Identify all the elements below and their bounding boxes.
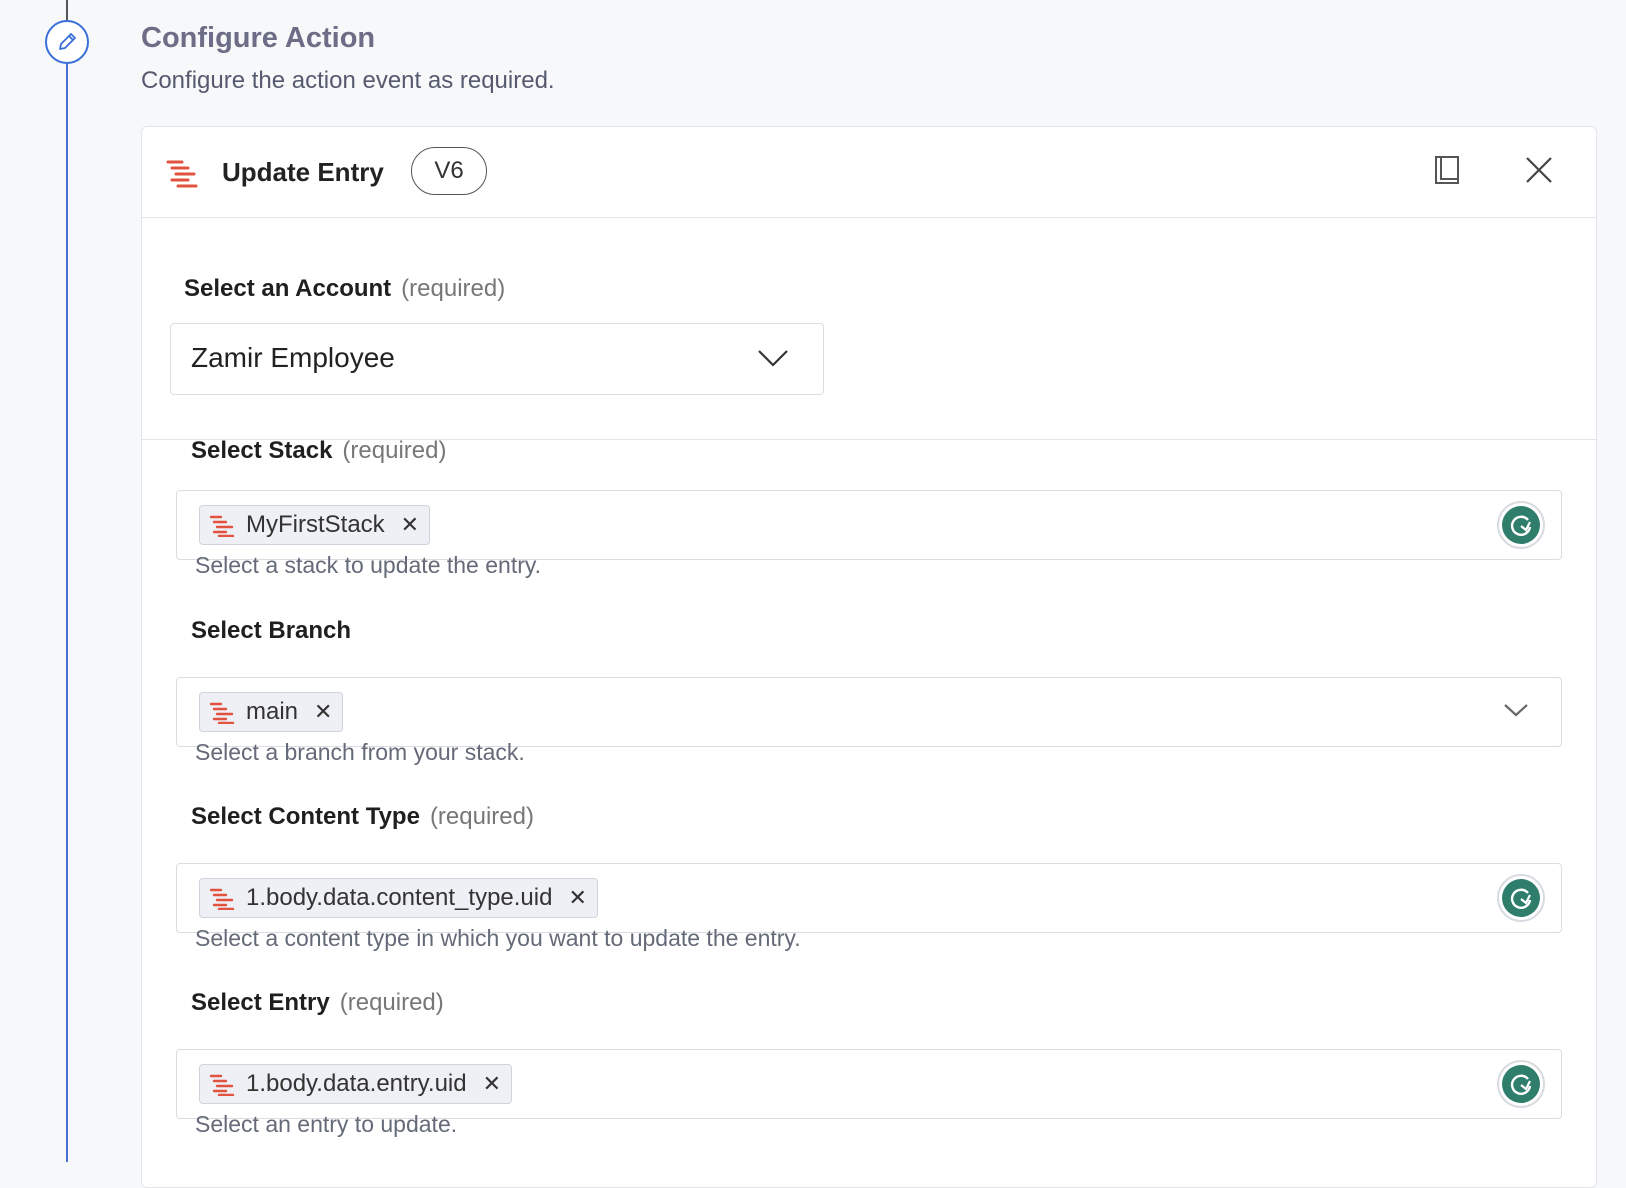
step-indicator [45,20,89,64]
refresh-entry-button[interactable] [1497,1060,1545,1108]
refresh-icon [1510,1074,1532,1095]
branch-chip-text: main [246,698,299,725]
remove-chip-button[interactable]: ✕ [568,885,586,911]
account-section: Select an Account (required) Zamir Employ… [142,217,1596,440]
entry-label: Select Entry (required) [191,989,444,1016]
card-header: Update Entry V6 [142,127,1596,218]
contentstack-icon [209,702,235,724]
stack-chip: MyFirstStack ✕ [199,505,431,545]
action-card: Update Entry V6 Select an Account (requir… [141,126,1597,1188]
content-type-help: Select a content type in which you want … [195,925,801,951]
contentstack-icon [209,888,235,910]
version-badge: V6 [411,147,487,195]
branch-field[interactable]: main ✕ [176,677,1562,747]
remove-chip-button[interactable]: ✕ [401,512,419,538]
stack-field[interactable]: MyFirstStack ✕ [176,490,1562,560]
entry-help: Select an entry to update. [195,1111,458,1137]
content-type-chip-text: 1.body.data.content_type.uid [246,884,553,911]
stack-label: Select Stack (required) [191,437,447,464]
timeline-line [66,0,68,1162]
content-type-label: Select Content Type (required) [191,803,534,830]
entry-chip-text: 1.body.data.entry.uid [246,1070,467,1097]
close-icon[interactable] [1522,153,1556,187]
contentstack-icon [209,515,235,537]
stack-chip-text: MyFirstStack [246,511,385,538]
section-title: Configure Action [141,22,376,54]
timeline-line-top [66,0,68,20]
remove-chip-button[interactable]: ✕ [483,1071,501,1097]
account-select[interactable]: Zamir Employee [170,323,824,395]
section-subtitle: Configure the action event as required. [141,67,555,94]
refresh-icon [1510,888,1532,909]
contentstack-icon [209,1074,235,1096]
branch-chip: main ✕ [199,692,344,732]
chevron-down-icon [758,350,788,367]
refresh-stack-button[interactable] [1497,501,1545,549]
card-title: Update Entry [222,157,384,187]
account-label: Select an Account (required) [184,275,506,302]
refresh-icon [1510,515,1532,536]
book-icon[interactable] [1432,153,1462,187]
chevron-down-icon[interactable] [1503,702,1529,718]
refresh-content-type-button[interactable] [1497,874,1545,922]
branch-help: Select a branch from your stack. [195,739,525,765]
content-type-field[interactable]: 1.body.data.content_type.uid ✕ [176,863,1562,933]
entry-chip: 1.body.data.entry.uid ✕ [199,1064,513,1104]
stack-help: Select a stack to update the entry. [195,552,542,578]
account-value: Zamir Employee [191,342,395,373]
content-type-chip: 1.body.data.content_type.uid ✕ [199,878,598,918]
pencil-icon [59,33,76,50]
remove-chip-button[interactable]: ✕ [314,699,332,725]
branch-label: Select Branch [191,617,352,644]
app-logo-icon [166,160,198,188]
entry-field[interactable]: 1.body.data.entry.uid ✕ [176,1049,1562,1119]
